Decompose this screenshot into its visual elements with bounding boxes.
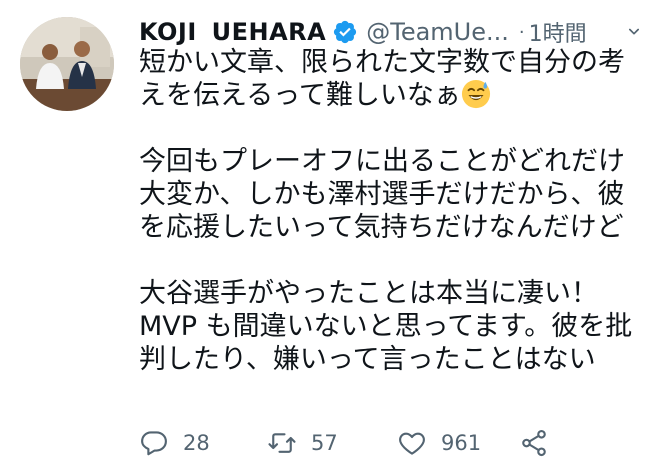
tweet-paragraph-2: 今回もプレーオフに出ることがどれだけ大変か、しかも澤村選手だけだから、彼を応援し… [139,146,625,243]
heart-icon [399,432,425,455]
like-button[interactable]: 961 [397,425,481,461]
tweet-paragraph-3: 大谷選手がやったことは本当に凄い！MVP も間違いないと思ってます。彼を批判した… [139,278,633,375]
like-count: 961 [441,431,482,455]
avatar[interactable] [20,17,114,111]
tweet-paragraph-1: 短かい文章、限られた文字数で自分の考えを伝えるって難しいなぁ [139,47,625,111]
more-icon[interactable] [624,22,644,42]
retweet-icon [268,433,296,453]
reply-count: 28 [183,431,210,455]
separator-dot: · [518,21,525,43]
retweet-button[interactable]: 57 [267,425,338,461]
avatar-photo [20,17,114,111]
retweet-count: 57 [311,431,338,455]
display-name[interactable]: KOJI UEHARA [139,18,326,46]
share-icon [522,429,546,457]
sweat-smile-emoji [461,79,490,109]
tweet-header: KOJI UEHARA @TeamUe... · 1時間 [139,14,644,50]
timestamp[interactable]: 1時間 [529,16,587,48]
user-handle[interactable]: @TeamUe... [366,18,509,46]
tweet-actions: 28 57 961 [139,425,639,461]
verified-badge-icon [334,20,357,44]
reply-icon [141,431,167,456]
reply-button[interactable]: 28 [139,425,210,461]
tweet-text: 短かい文章、限られた文字数で自分の考えを伝えるって難しいなぁ 今回もプレーオフに… [139,46,639,376]
share-button[interactable] [519,425,549,461]
